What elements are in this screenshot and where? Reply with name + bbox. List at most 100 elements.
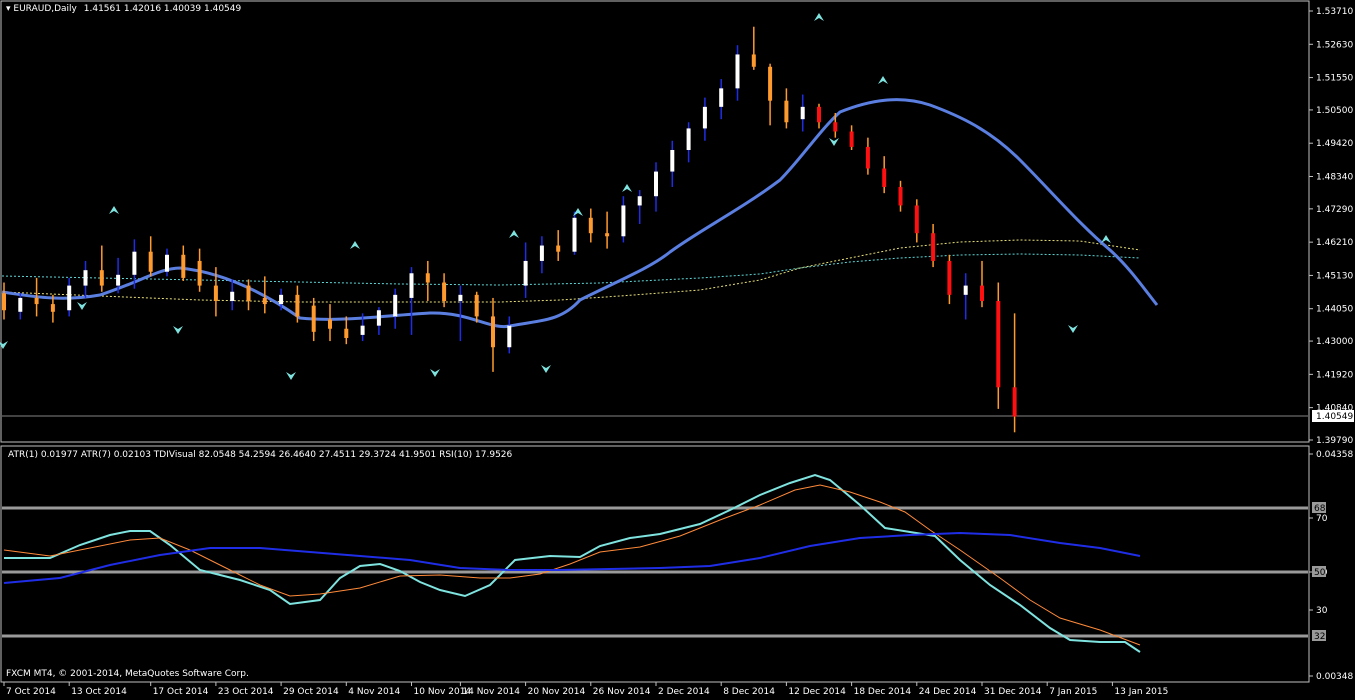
candle-body [328, 319, 332, 329]
time-tick-label: 20 Nov 2014 [528, 687, 586, 697]
candle-body [425, 273, 430, 283]
candle-body [931, 233, 936, 261]
fractal-down-icon [286, 372, 296, 380]
price-tick-label: 1.50500 [1316, 106, 1353, 116]
candle-body [344, 328, 349, 338]
candle-body [719, 88, 724, 107]
time-tick-label: 13 Jan 2015 [1114, 687, 1168, 697]
candles-extra-group [523, 26, 1017, 433]
price-tick-label: 1.46210 [1316, 238, 1353, 248]
candle-body [947, 260, 952, 295]
time-tick-label: 26 Nov 2014 [593, 687, 651, 697]
price-tick-label: 1.47290 [1316, 205, 1353, 215]
candle-body [311, 305, 316, 332]
price-tick-label: 1.39790 [1316, 436, 1353, 446]
fractals-group [0, 13, 1111, 380]
fractal-down-icon [1068, 325, 1078, 333]
indicator-tick-label: 70 [1316, 514, 1328, 524]
price-axis: 1.53710 1.52630 1.51550 1.50500 1.49420 1.483… [1309, 7, 1354, 446]
fractal-up-icon [878, 76, 888, 84]
candle-body [165, 254, 169, 272]
fractal-down-icon [829, 138, 839, 146]
candle-body [507, 325, 512, 348]
candle-body [2, 293, 6, 311]
indicator-panel-frame [0, 445, 1310, 683]
candle-body [50, 304, 55, 312]
candle-body [262, 297, 267, 305]
copyright-text: FXCM MT4, © 2001-2014, MetaQuotes Softwa… [6, 669, 249, 679]
candle-body [279, 294, 284, 305]
candle-body [898, 186, 903, 206]
time-tick-label: 7 Jan 2015 [1049, 687, 1097, 697]
candle-body [605, 233, 610, 237]
candle-body [817, 106, 821, 123]
candle-body [360, 325, 365, 335]
price-tick-label: 1.53710 [1316, 7, 1353, 17]
time-tick-label: 24 Dec 2014 [919, 687, 977, 697]
candle-body [996, 301, 1001, 388]
symbol-label: EURAUD,Daily [13, 4, 77, 14]
time-tick-label: 7 Oct 2014 [6, 687, 56, 697]
candle-body [882, 168, 887, 187]
candle-body [637, 196, 642, 206]
tdi-market-base-line [3, 531, 1141, 584]
candle-body [686, 128, 691, 150]
time-tick-label: 18 Dec 2014 [854, 687, 912, 697]
price-panel-frame [0, 0, 1310, 443]
time-tick-label: 23 Oct 2014 [218, 687, 274, 697]
candle-body [865, 146, 870, 169]
candle-body [474, 294, 479, 317]
level-badge-label: 32 [1314, 632, 1325, 642]
indicator-tick-label: 30 [1316, 606, 1328, 616]
candle-body [99, 270, 104, 286]
fractal-up-icon [622, 184, 632, 192]
level-badge-label: 68 [1314, 504, 1326, 514]
candle-body [376, 310, 381, 326]
candle-body [849, 131, 854, 147]
ohlc-values: 1.41561 1.42016 1.40039 1.40549 [83, 4, 242, 14]
time-tick-label: 8 Dec 2014 [723, 687, 775, 697]
candle-body [980, 285, 984, 302]
candle-body [181, 254, 186, 278]
candle-body [393, 294, 398, 317]
candle-body [914, 205, 919, 234]
candle-body [800, 106, 805, 120]
candle-body [670, 149, 675, 172]
candle-body [621, 205, 626, 237]
candle-body [116, 274, 121, 286]
candle-body [34, 297, 39, 305]
time-tick-label: 31 Dec 2014 [984, 687, 1042, 697]
candle-body [963, 285, 968, 295]
price-tick-label: 1.45130 [1316, 271, 1353, 281]
level-badge-label: 50 [1314, 568, 1326, 578]
candle-body [197, 260, 202, 286]
candle-body [702, 106, 707, 129]
time-tick-label: 17 Oct 2014 [153, 687, 209, 697]
candle-body [1012, 387, 1017, 417]
time-axis: 7 Oct 2014 13 Oct 2014 17 Oct 2014 23 Oct 2… [3, 682, 1168, 697]
candle-body [409, 273, 414, 298]
price-tick-label: 1.41920 [1316, 370, 1353, 380]
candle-body [588, 217, 593, 234]
indicator-tick-label: 0.04358 [1316, 450, 1353, 460]
candle-body [833, 122, 838, 132]
candle-body [18, 297, 23, 312]
indicator-tick-label: 0.00348 [1316, 672, 1353, 682]
price-tick-label: 1.52630 [1316, 40, 1353, 50]
fractal-up-icon [1101, 235, 1111, 243]
candle-body [491, 316, 495, 348]
current-price-label: 1.40549 [1316, 412, 1353, 422]
candle-body [654, 171, 658, 197]
fractal-down-icon [77, 302, 87, 310]
ma-dotted-yellow [1, 239, 1141, 303]
time-tick-label: 2 Dec 2014 [658, 687, 710, 697]
time-tick-label: 29 Oct 2014 [283, 687, 339, 697]
fractal-up-icon [814, 13, 824, 21]
price-tick-label: 1.49420 [1316, 139, 1353, 149]
menu-triangle-icon[interactable]: ▾ [6, 4, 11, 14]
candle-body [132, 251, 137, 275]
price-tick-label: 1.48340 [1316, 172, 1353, 182]
time-tick-label: 13 Oct 2014 [71, 687, 127, 697]
time-tick-label: 12 Dec 2014 [788, 687, 846, 697]
fractal-down-icon [173, 326, 183, 334]
